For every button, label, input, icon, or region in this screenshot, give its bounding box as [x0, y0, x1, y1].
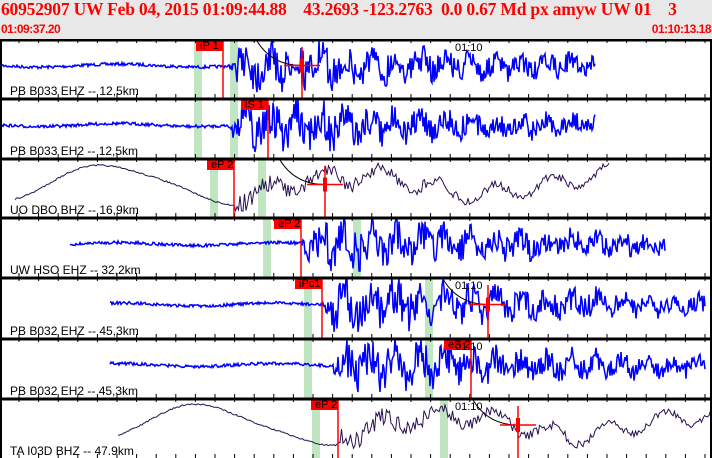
event-title: 60952907 UW Feb 04, 2015 01:09:44.88 43.…: [1, 0, 677, 19]
minute-label: 01:10: [455, 401, 483, 413]
minute-label: 01:10: [455, 341, 483, 353]
amplitude-marker: [486, 297, 490, 312]
channel-label: PB B033 EHZ -- 12,5km: [10, 84, 139, 98]
minute-label: 01:10: [455, 42, 483, 54]
channel-panel[interactable]: eS 201:10PB B032 EH2 -- 45,3km: [0, 337, 712, 398]
channel-label: UO DBO BHZ -- 16,9km: [10, 203, 139, 217]
channel-panel[interactable]: eP 2 01:10 TA I03D BHZ -- 47.9km: [0, 397, 712, 458]
window-end-time: 01:10:13.18: [651, 22, 712, 36]
pick-label: iPc1: [299, 278, 320, 290]
coda-decay-curve: [256, 40, 303, 67]
channel-panel[interactable]: eP 2 UW HSO EHZ -- 32,2km: [0, 216, 712, 277]
amplitude-marker: [516, 418, 520, 432]
channel-label: PB B032 EH2 -- 45,3km: [10, 384, 138, 398]
waveform-trace: [109, 337, 706, 393]
pick-label: eP 2: [278, 218, 300, 230]
event-header: 60952907 UW Feb 04, 2015 01:09:44.88 43.…: [0, 0, 712, 39]
channel-panel[interactable]: iP 1 01:10 PB B033 EHZ -- 12,5km: [0, 39, 712, 98]
pick-label: eP 2: [211, 159, 233, 171]
window-start-time: 01:09:37.20: [1, 22, 61, 36]
channel-label: PB B033 EH2 -- 12,5km: [10, 144, 138, 158]
channel-label: PB B032 EHZ -- 45,3km: [10, 324, 139, 338]
pick-label: eP 2: [315, 399, 337, 411]
coda-decay-curve: [279, 159, 326, 186]
channel-label: UW HSO EHZ -- 32,2km: [10, 263, 141, 277]
pick-window-band: [304, 338, 312, 398]
waveform-trace: [109, 276, 706, 332]
pick-label: iS 1: [245, 99, 264, 111]
channel-label: TA I03D BHZ -- 47.9km: [10, 444, 134, 458]
pick-window-band: [263, 217, 271, 277]
amplitude-marker: [323, 177, 327, 192]
waveform-trace: [69, 216, 666, 272]
waveform-trace: [117, 403, 712, 450]
channel-panel[interactable]: iPc1 01:10 PB B032 EHZ -- 45,3km: [0, 276, 712, 338]
minute-label: 01:10: [455, 280, 483, 292]
amplitude-marker: [300, 58, 304, 73]
channel-panel[interactable]: eP 2 UO DBO BHZ -- 16,9km: [0, 157, 712, 217]
pick-label: iP 1: [200, 40, 219, 52]
channel-panel[interactable]: iS 1 PB B033 EH2 -- 12,5km: [0, 97, 712, 158]
seismogram-panels[interactable]: iP 1 01:10 PB B033 EHZ -- 12,5km iS 1 PB B03…: [0, 39, 712, 458]
